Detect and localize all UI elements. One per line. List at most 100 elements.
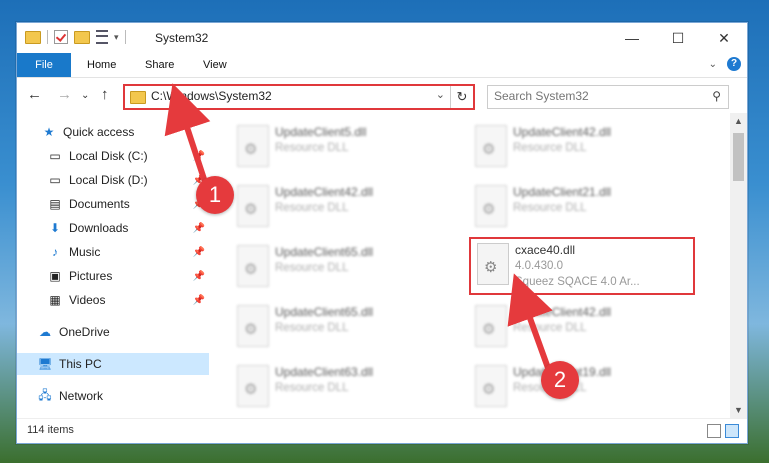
details-view-icon[interactable] [707, 424, 721, 438]
search-input[interactable] [488, 86, 700, 106]
nav-item-label: Network [59, 389, 104, 403]
cloud-icon: ☁ [39, 325, 51, 339]
title-bar: ▾ System32 — ☐ ✕ [17, 23, 747, 53]
computer-icon: 🖥 [37, 357, 53, 371]
dll-file-icon [475, 185, 507, 227]
file-description: Resource DLL [275, 262, 349, 274]
new-folder-icon[interactable] [74, 30, 90, 44]
address-path[interactable]: C:\Windows\System32 [151, 89, 272, 103]
ribbon-right: ⌄ ? [709, 57, 741, 71]
pin-icon: 📌 [192, 270, 205, 282]
file-item[interactable]: UpdateClient5.dll Resource DLL [231, 121, 461, 175]
scroll-up-icon[interactable]: ▲ [730, 113, 747, 130]
properties-check-icon[interactable] [54, 30, 68, 44]
nav-item-pictures[interactable]: ▣ Pictures 📌 [47, 265, 209, 287]
address-row: ← → ⌄ ↑ C:\Windows\System32 ⌄ ↻ ⚲ [17, 78, 747, 112]
address-bar[interactable]: C:\Windows\System32 ⌄ ↻ [123, 84, 475, 110]
refresh-icon[interactable]: ↻ [450, 86, 473, 108]
search-icon[interactable]: ⚲ [712, 89, 721, 103]
file-description: Resource DLL [275, 142, 349, 154]
drive-icon: ▭ [49, 149, 61, 163]
navigation-pane: ★ Quick access ▭ Local Disk (C:) 📌 ▭ Loc… [17, 113, 209, 419]
file-item[interactable]: UpdateClient42.dll Resource DLL [231, 181, 461, 235]
file-item[interactable]: UpdateClient63.dll Resource DLL [231, 361, 461, 415]
tab-file[interactable]: File [17, 53, 71, 77]
file-name: UpdateClient42.dll [275, 185, 374, 199]
tab-share[interactable]: Share [145, 53, 174, 77]
help-icon[interactable]: ? [727, 57, 741, 71]
view-switcher [707, 424, 739, 438]
file-description: Squeez SQACE 4.0 Ar... [515, 276, 640, 288]
tab-home[interactable]: Home [87, 53, 116, 77]
expand-ribbon-icon[interactable]: ⌄ [709, 59, 717, 70]
folder-icon [25, 30, 41, 44]
dll-file-icon [237, 245, 269, 287]
separator [124, 30, 126, 44]
file-explorer-window: ▾ System32 — ☐ ✕ File Home Share View ⌄ … [16, 22, 748, 444]
scroll-down-icon[interactable]: ▼ [730, 402, 747, 419]
nav-item-downloads[interactable]: ⬇ Downloads 📌 [47, 217, 209, 239]
nav-item-label: Quick access [63, 125, 135, 139]
maximize-button[interactable]: ☐ [655, 23, 701, 53]
dll-file-icon [237, 125, 269, 167]
nav-item-music[interactable]: ♪ Music 📌 [47, 241, 209, 263]
folder-icon [130, 91, 146, 104]
file-name: UpdateClient42.dll [513, 305, 612, 319]
file-name: UpdateClient5.dll [275, 125, 367, 139]
window-controls: — ☐ ✕ [609, 23, 747, 53]
dll-file-icon [475, 365, 507, 407]
nav-item-local-disk-c[interactable]: ▭ Local Disk (C:) 📌 [47, 145, 209, 167]
close-button[interactable]: ✕ [701, 23, 747, 53]
back-arrow-icon[interactable]: ← [27, 86, 42, 103]
file-description: Resource DLL [513, 202, 587, 214]
file-item-cxace40[interactable]: cxace40.dll 4.0.430.0 Squeez SQACE 4.0 A… [469, 237, 695, 295]
file-list: UpdateClient5.dll Resource DLL UpdateCli… [213, 113, 727, 419]
nav-item-documents[interactable]: ▤ Documents 📌 [47, 193, 209, 215]
tab-view[interactable]: View [203, 53, 227, 77]
minimize-button[interactable]: — [609, 23, 655, 53]
file-name: UpdateClient65.dll [275, 245, 374, 259]
step-2-callout: 2 [541, 361, 579, 399]
file-description: Resource DLL [275, 382, 349, 394]
file-description: Resource DLL [275, 202, 349, 214]
document-icon: ▤ [49, 197, 61, 211]
chevron-down-icon[interactable]: ▾ [114, 32, 119, 43]
dll-file-icon [475, 125, 507, 167]
dll-file-icon [475, 305, 507, 347]
file-item[interactable]: UpdateClient65.dll Resource DLL [231, 241, 461, 295]
file-item[interactable]: UpdateClient42.dll Resource DLL [469, 121, 699, 175]
drive-icon: ▭ [49, 173, 61, 187]
network-icon: 🖧 [38, 387, 52, 402]
file-item[interactable]: UpdateClient65.dll Resource DLL [231, 301, 461, 355]
large-icons-view-icon[interactable] [725, 424, 739, 438]
nav-item-label: Pictures [69, 269, 113, 283]
music-icon: ♪ [52, 245, 58, 259]
nav-item-network[interactable]: 🖧 Network [37, 385, 209, 407]
file-item[interactable]: UpdateClient42.dll Resource DLL [469, 301, 699, 355]
quick-access-toolbar: ▾ [25, 30, 126, 44]
nav-item-videos[interactable]: ▦ Videos 📌 [47, 289, 209, 311]
nav-item-label: Local Disk (D:) [69, 173, 148, 187]
search-box[interactable]: ⚲ [487, 85, 729, 109]
file-item[interactable]: UpdateClient19.dll Resource DLL [469, 361, 699, 415]
item-count: 114 items [27, 424, 74, 436]
step-1-callout: 1 [196, 176, 234, 214]
recent-chevron-icon[interactable]: ⌄ [81, 90, 89, 101]
up-arrow-icon[interactable]: ↑ [101, 86, 109, 103]
window-title: System32 [155, 31, 209, 45]
forward-arrow-icon[interactable]: → [57, 86, 72, 103]
file-item[interactable]: UpdateClient21.dll Resource DLL [469, 181, 699, 235]
vertical-scrollbar[interactable]: ▲ ▼ [730, 113, 747, 419]
nav-item-quick-access[interactable]: ★ Quick access [41, 121, 209, 143]
nav-item-onedrive[interactable]: ☁ OneDrive [37, 321, 209, 343]
properties-icon[interactable] [96, 30, 108, 44]
nav-item-this-pc[interactable]: 🖥 This PC [17, 353, 209, 375]
chevron-down-icon[interactable]: ⌄ [436, 88, 445, 101]
file-description: Resource DLL [513, 142, 587, 154]
nav-item-label: Documents [69, 197, 130, 211]
picture-icon: ▣ [49, 269, 61, 283]
scroll-thumb[interactable] [733, 133, 744, 181]
file-version: 4.0.430.0 [515, 260, 563, 272]
separator [47, 30, 48, 44]
nav-item-local-disk-d[interactable]: ▭ Local Disk (D:) 📌 [47, 169, 209, 191]
